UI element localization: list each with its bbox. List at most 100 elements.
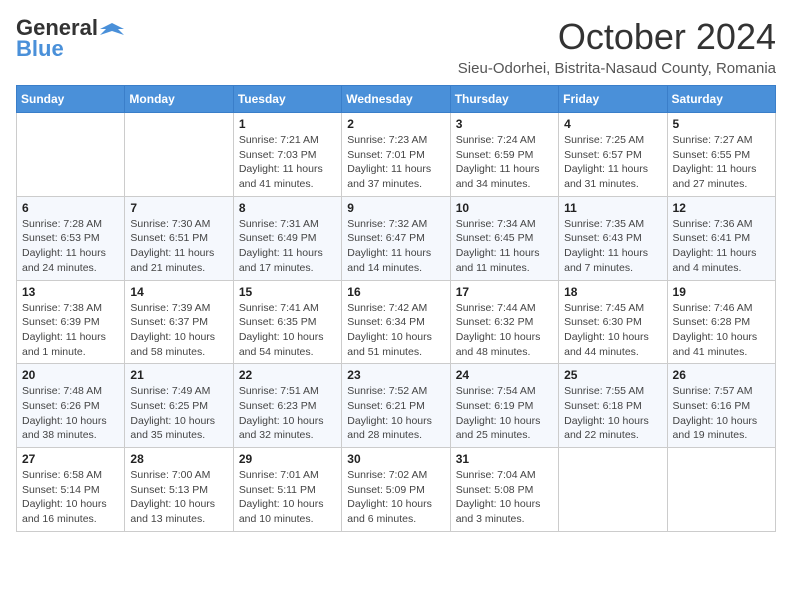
calendar: SundayMondayTuesdayWednesdayThursdayFrid… <box>16 85 776 532</box>
day-cell: 3 Sunrise: 7:24 AMSunset: 6:59 PMDaylight… <box>450 113 558 197</box>
day-number: 3 <box>456 117 553 131</box>
day-number: 23 <box>347 368 444 382</box>
day-cell: 14Sunrise: 7:39 AMSunset: 6:37 PMDayligh… <box>125 280 233 364</box>
day-cell <box>17 113 125 197</box>
day-number: 17 <box>456 285 553 299</box>
title-area: October 2024 Sieu-Odorhei, Bistrita-Nasa… <box>458 16 776 77</box>
day-number: 15 <box>239 285 336 299</box>
day-number: 6 <box>22 201 119 215</box>
logo: General Blue <box>16 16 124 62</box>
day-info: Sunrise: 7:39 AMSunset: 6:37 PMDaylight:… <box>130 301 227 360</box>
day-cell: 24 Sunrise: 7:54 AMSunset: 6:19 PMDayligh… <box>450 364 558 448</box>
header-wednesday: Wednesday <box>342 86 450 113</box>
day-number: 26 <box>673 368 770 382</box>
day-cell: 6Sunrise: 7:28 AMSunset: 6:53 PMDaylight… <box>17 196 125 280</box>
day-cell: 28 Sunrise: 7:00 AMSunset: 5:13 PMDayligh… <box>125 448 233 532</box>
day-cell: 31 Sunrise: 7:04 AMSunset: 5:08 PMDayligh… <box>450 448 558 532</box>
day-number: 12 <box>673 201 770 215</box>
day-cell: 22Sunrise: 7:51 AMSunset: 6:23 PMDayligh… <box>233 364 341 448</box>
day-cell: 11Sunrise: 7:35 AMSunset: 6:43 PMDayligh… <box>559 196 667 280</box>
day-number: 27 <box>22 452 119 466</box>
day-cell: 2 Sunrise: 7:23 AMSunset: 7:01 PMDaylight… <box>342 113 450 197</box>
day-cell: 8 Sunrise: 7:31 AMSunset: 6:49 PMDaylight… <box>233 196 341 280</box>
header-thursday: Thursday <box>450 86 558 113</box>
day-info: Sunrise: 7:32 AMSunset: 6:47 PMDaylight:… <box>347 217 444 276</box>
day-info: Sunrise: 7:45 AMSunset: 6:30 PMDaylight:… <box>564 301 661 360</box>
week-row-2: 6Sunrise: 7:28 AMSunset: 6:53 PMDaylight… <box>17 196 776 280</box>
day-info: Sunrise: 7:21 AMSunset: 7:03 PMDaylight:… <box>239 133 336 192</box>
week-row-3: 13Sunrise: 7:38 AMSunset: 6:39 PMDayligh… <box>17 280 776 364</box>
header-friday: Friday <box>559 86 667 113</box>
calendar-header-row: SundayMondayTuesdayWednesdayThursdayFrid… <box>17 86 776 113</box>
day-info: Sunrise: 6:58 AMSunset: 5:14 PMDaylight:… <box>22 468 119 527</box>
day-number: 28 <box>130 452 227 466</box>
day-info: Sunrise: 7:41 AMSunset: 6:35 PMDaylight:… <box>239 301 336 360</box>
day-info: Sunrise: 7:23 AMSunset: 7:01 PMDaylight:… <box>347 133 444 192</box>
day-cell: 1 Sunrise: 7:21 AMSunset: 7:03 PMDaylight… <box>233 113 341 197</box>
header-sunday: Sunday <box>17 86 125 113</box>
day-number: 21 <box>130 368 227 382</box>
day-info: Sunrise: 7:25 AMSunset: 6:57 PMDaylight:… <box>564 133 661 192</box>
week-row-4: 20Sunrise: 7:48 AMSunset: 6:26 PMDayligh… <box>17 364 776 448</box>
day-info: Sunrise: 7:51 AMSunset: 6:23 PMDaylight:… <box>239 384 336 443</box>
day-number: 4 <box>564 117 661 131</box>
day-number: 9 <box>347 201 444 215</box>
day-number: 18 <box>564 285 661 299</box>
day-info: Sunrise: 7:42 AMSunset: 6:34 PMDaylight:… <box>347 301 444 360</box>
day-cell: 13Sunrise: 7:38 AMSunset: 6:39 PMDayligh… <box>17 280 125 364</box>
day-number: 31 <box>456 452 553 466</box>
header-tuesday: Tuesday <box>233 86 341 113</box>
day-number: 10 <box>456 201 553 215</box>
day-info: Sunrise: 7:04 AMSunset: 5:08 PMDaylight:… <box>456 468 553 527</box>
day-number: 1 <box>239 117 336 131</box>
day-cell: 26 Sunrise: 7:57 AMSunset: 6:16 PMDayligh… <box>667 364 775 448</box>
day-cell: 10 Sunrise: 7:34 AMSunset: 6:45 PMDayligh… <box>450 196 558 280</box>
day-number: 19 <box>673 285 770 299</box>
day-cell <box>667 448 775 532</box>
day-info: Sunrise: 7:48 AMSunset: 6:26 PMDaylight:… <box>22 384 119 443</box>
day-cell: 5Sunrise: 7:27 AMSunset: 6:55 PMDaylight… <box>667 113 775 197</box>
day-cell <box>559 448 667 532</box>
day-number: 13 <box>22 285 119 299</box>
week-row-1: 1 Sunrise: 7:21 AMSunset: 7:03 PMDaylight… <box>17 113 776 197</box>
header-saturday: Saturday <box>667 86 775 113</box>
day-info: Sunrise: 7:57 AMSunset: 6:16 PMDaylight:… <box>673 384 770 443</box>
header: General Blue October 2024 Sieu-Odorhei, … <box>16 16 776 77</box>
day-cell: 9 Sunrise: 7:32 AMSunset: 6:47 PMDaylight… <box>342 196 450 280</box>
day-info: Sunrise: 7:01 AMSunset: 5:11 PMDaylight:… <box>239 468 336 527</box>
day-cell: 4 Sunrise: 7:25 AMSunset: 6:57 PMDaylight… <box>559 113 667 197</box>
day-cell: 17Sunrise: 7:44 AMSunset: 6:32 PMDayligh… <box>450 280 558 364</box>
day-cell: 29 Sunrise: 7:01 AMSunset: 5:11 PMDayligh… <box>233 448 341 532</box>
day-cell: 18 Sunrise: 7:45 AMSunset: 6:30 PMDayligh… <box>559 280 667 364</box>
day-cell <box>125 113 233 197</box>
day-info: Sunrise: 7:24 AMSunset: 6:59 PMDaylight:… <box>456 133 553 192</box>
week-row-5: 27 Sunrise: 6:58 AMSunset: 5:14 PMDayligh… <box>17 448 776 532</box>
day-number: 2 <box>347 117 444 131</box>
day-info: Sunrise: 7:00 AMSunset: 5:13 PMDaylight:… <box>130 468 227 527</box>
day-number: 25 <box>564 368 661 382</box>
day-cell: 15 Sunrise: 7:41 AMSunset: 6:35 PMDayligh… <box>233 280 341 364</box>
location-title: Sieu-Odorhei, Bistrita-Nasaud County, Ro… <box>458 60 776 77</box>
day-info: Sunrise: 7:54 AMSunset: 6:19 PMDaylight:… <box>456 384 553 443</box>
day-number: 8 <box>239 201 336 215</box>
day-info: Sunrise: 7:46 AMSunset: 6:28 PMDaylight:… <box>673 301 770 360</box>
day-number: 11 <box>564 201 661 215</box>
day-number: 24 <box>456 368 553 382</box>
day-info: Sunrise: 7:36 AMSunset: 6:41 PMDaylight:… <box>673 217 770 276</box>
day-cell: 21 Sunrise: 7:49 AMSunset: 6:25 PMDayligh… <box>125 364 233 448</box>
day-number: 7 <box>130 201 227 215</box>
header-monday: Monday <box>125 86 233 113</box>
day-info: Sunrise: 7:31 AMSunset: 6:49 PMDaylight:… <box>239 217 336 276</box>
day-info: Sunrise: 7:27 AMSunset: 6:55 PMDaylight:… <box>673 133 770 192</box>
day-info: Sunrise: 7:52 AMSunset: 6:21 PMDaylight:… <box>347 384 444 443</box>
day-cell: 30Sunrise: 7:02 AMSunset: 5:09 PMDayligh… <box>342 448 450 532</box>
day-cell: 12 Sunrise: 7:36 AMSunset: 6:41 PMDayligh… <box>667 196 775 280</box>
day-info: Sunrise: 7:34 AMSunset: 6:45 PMDaylight:… <box>456 217 553 276</box>
day-info: Sunrise: 7:49 AMSunset: 6:25 PMDaylight:… <box>130 384 227 443</box>
day-cell: 19 Sunrise: 7:46 AMSunset: 6:28 PMDayligh… <box>667 280 775 364</box>
day-number: 16 <box>347 285 444 299</box>
day-cell: 23 Sunrise: 7:52 AMSunset: 6:21 PMDayligh… <box>342 364 450 448</box>
day-cell: 16 Sunrise: 7:42 AMSunset: 6:34 PMDayligh… <box>342 280 450 364</box>
day-number: 29 <box>239 452 336 466</box>
logo-bird-icon <box>100 21 124 37</box>
